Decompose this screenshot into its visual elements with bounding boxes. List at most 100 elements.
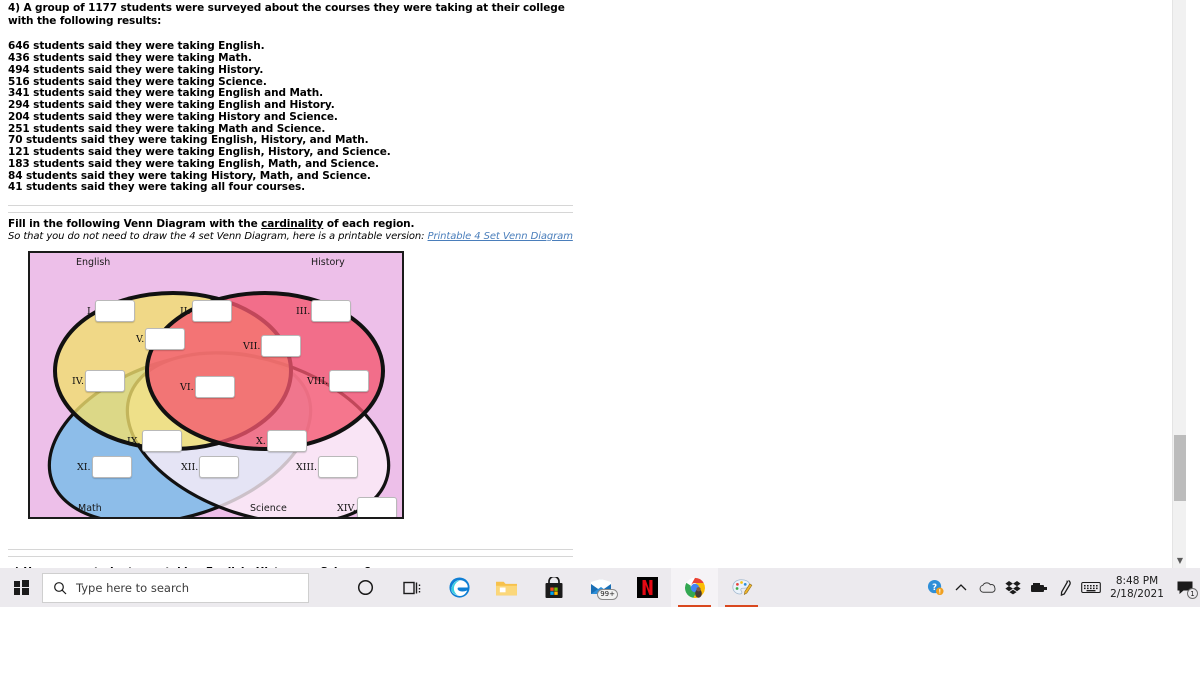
device-icon[interactable] xyxy=(1026,568,1052,607)
dropbox-icon[interactable] xyxy=(1000,568,1026,607)
windows-logo-icon xyxy=(13,580,29,595)
clock[interactable]: 8:48 PM 2/18/2021 xyxy=(1104,568,1170,607)
chrome-wheel-icon xyxy=(684,577,705,598)
cortana-circle-icon xyxy=(357,579,374,596)
region-input-2[interactable] xyxy=(191,300,232,322)
venn-region-1: I. xyxy=(87,300,135,322)
onedrive-icon[interactable] xyxy=(974,568,1000,607)
region-input-9[interactable] xyxy=(141,430,182,452)
region-input-13[interactable] xyxy=(318,456,359,478)
region-numeral: XII. xyxy=(181,461,199,473)
help-circle-icon: ? xyxy=(927,579,944,596)
desktop-background-fill xyxy=(0,607,1200,675)
clock-date: 2/18/2021 xyxy=(1110,587,1164,600)
vertical-scrollbar[interactable]: ▼ xyxy=(1172,0,1186,568)
venn-region-7: VII. xyxy=(243,335,302,357)
start-button[interactable] xyxy=(0,568,42,607)
region-numeral: X. xyxy=(256,435,266,447)
fill-instruction-prefix: Fill in the following Venn Diagram with … xyxy=(8,218,262,230)
dropbox-box-icon xyxy=(1005,580,1021,594)
region-numeral: VI. xyxy=(180,381,194,393)
region-input-6[interactable] xyxy=(194,376,235,398)
printable-venn-link[interactable]: Printable 4 Set Venn Diagram xyxy=(428,231,573,242)
venn-label-math: Math xyxy=(78,503,102,514)
region-numeral: VII. xyxy=(243,340,261,352)
survey-fact: 494 students said they were taking Histo… xyxy=(8,63,264,76)
region-numeral: VIII. xyxy=(307,375,329,387)
windows-taskbar: Type here to search 99+ ? 8:48 PM 2/18/2… xyxy=(0,568,1200,607)
divider-bottom-2 xyxy=(8,556,573,557)
region-input-1[interactable] xyxy=(94,300,135,322)
search-placeholder-text: Type here to search xyxy=(76,580,190,595)
fill-instruction-suffix: of each region. xyxy=(323,218,415,230)
netflix-icon[interactable] xyxy=(624,568,671,607)
netflix-n-icon xyxy=(637,577,658,598)
region-numeral: IX. xyxy=(127,435,141,447)
search-input[interactable]: Type here to search xyxy=(42,572,309,603)
question-intro: 4) A group of 1177 students were surveye… xyxy=(8,2,565,28)
region-input-10[interactable] xyxy=(266,430,307,452)
scroll-down-arrow[interactable]: ▼ xyxy=(1173,552,1186,568)
survey-fact: 204 students said they were taking Histo… xyxy=(8,110,338,123)
microsoft-edge-icon[interactable] xyxy=(436,568,483,607)
microsoft-store-icon[interactable] xyxy=(530,568,577,607)
worksheet-document: 4) A group of 1177 students were surveye… xyxy=(8,2,573,194)
mail-icon[interactable]: 99+ xyxy=(577,568,624,607)
system-tray: ? 8:48 PM 2/18/2021 1 xyxy=(922,568,1200,607)
paint-palette-icon xyxy=(731,578,752,595)
touch-keyboard-icon xyxy=(1081,581,1101,594)
survey-fact: 41 students said they were taking all fo… xyxy=(8,181,306,194)
venn-region-10: X. xyxy=(256,430,307,452)
venn-label-history: History xyxy=(311,257,345,268)
pen-icon[interactable] xyxy=(1052,568,1078,607)
region-input-5[interactable] xyxy=(145,328,186,350)
region-numeral: XIII. xyxy=(296,461,318,473)
region-numeral: XI. xyxy=(77,461,91,473)
region-input-11[interactable] xyxy=(91,456,132,478)
survey-fact: 183 students said they were taking Engli… xyxy=(8,157,379,170)
browser-page-content: 4) A group of 1177 students were surveye… xyxy=(0,0,1186,568)
clock-time: 8:48 PM xyxy=(1115,574,1159,587)
removable-device-icon xyxy=(1031,582,1047,592)
venn-region-11: XI. xyxy=(77,456,132,478)
file-explorer-icon[interactable] xyxy=(483,568,530,607)
paint-3d-icon[interactable] xyxy=(718,568,765,607)
region-input-7[interactable] xyxy=(261,335,302,357)
action-center-button[interactable]: 1 xyxy=(1170,568,1200,607)
keyboard-icon[interactable] xyxy=(1078,568,1104,607)
region-numeral: IV. xyxy=(72,375,84,387)
task-view-icon[interactable] xyxy=(389,568,436,607)
venn-region-6: VI. xyxy=(180,376,235,398)
region-input-3[interactable] xyxy=(311,300,352,322)
venn-region-3: III. xyxy=(296,300,352,322)
venn-region-4: IV. xyxy=(72,370,125,392)
region-input-4[interactable] xyxy=(84,370,125,392)
region-input-8[interactable] xyxy=(329,370,370,392)
edge-swirl-icon xyxy=(449,577,470,598)
scrollbar-thumb[interactable] xyxy=(1174,435,1186,501)
venn-region-2: II. xyxy=(180,300,232,322)
store-bag-icon xyxy=(545,576,562,598)
cloud-icon xyxy=(979,582,996,593)
region-numeral: V. xyxy=(136,333,145,345)
survey-facts-list: 646 students said they were taking Engli… xyxy=(8,41,573,194)
notification-count-badge: 1 xyxy=(1187,588,1198,599)
cortana-icon[interactable] xyxy=(342,568,389,607)
help-warning-icon[interactable]: ? xyxy=(922,568,948,607)
chevron-up-icon[interactable] xyxy=(948,568,974,607)
task-view-glyph-icon xyxy=(403,581,421,594)
fill-instruction-keyword: cardinality xyxy=(261,218,324,230)
venn-diagram: English History Math Science I. II. III.… xyxy=(28,251,404,519)
venn-region-9: IX. xyxy=(127,430,182,452)
venn-region-5: V. xyxy=(136,328,186,350)
divider-top-1 xyxy=(8,205,573,206)
venn-label-science: Science xyxy=(250,503,287,514)
venn-label-english: English xyxy=(76,257,111,268)
printable-note-text: So that you do not need to draw the 4 se… xyxy=(8,231,428,242)
region-input-14[interactable] xyxy=(356,497,397,517)
venn-region-12: XII. xyxy=(181,456,240,478)
region-numeral: III. xyxy=(296,305,311,317)
google-chrome-icon[interactable] xyxy=(671,568,718,607)
region-input-12[interactable] xyxy=(199,456,240,478)
region-numeral: XIV. xyxy=(337,502,356,514)
